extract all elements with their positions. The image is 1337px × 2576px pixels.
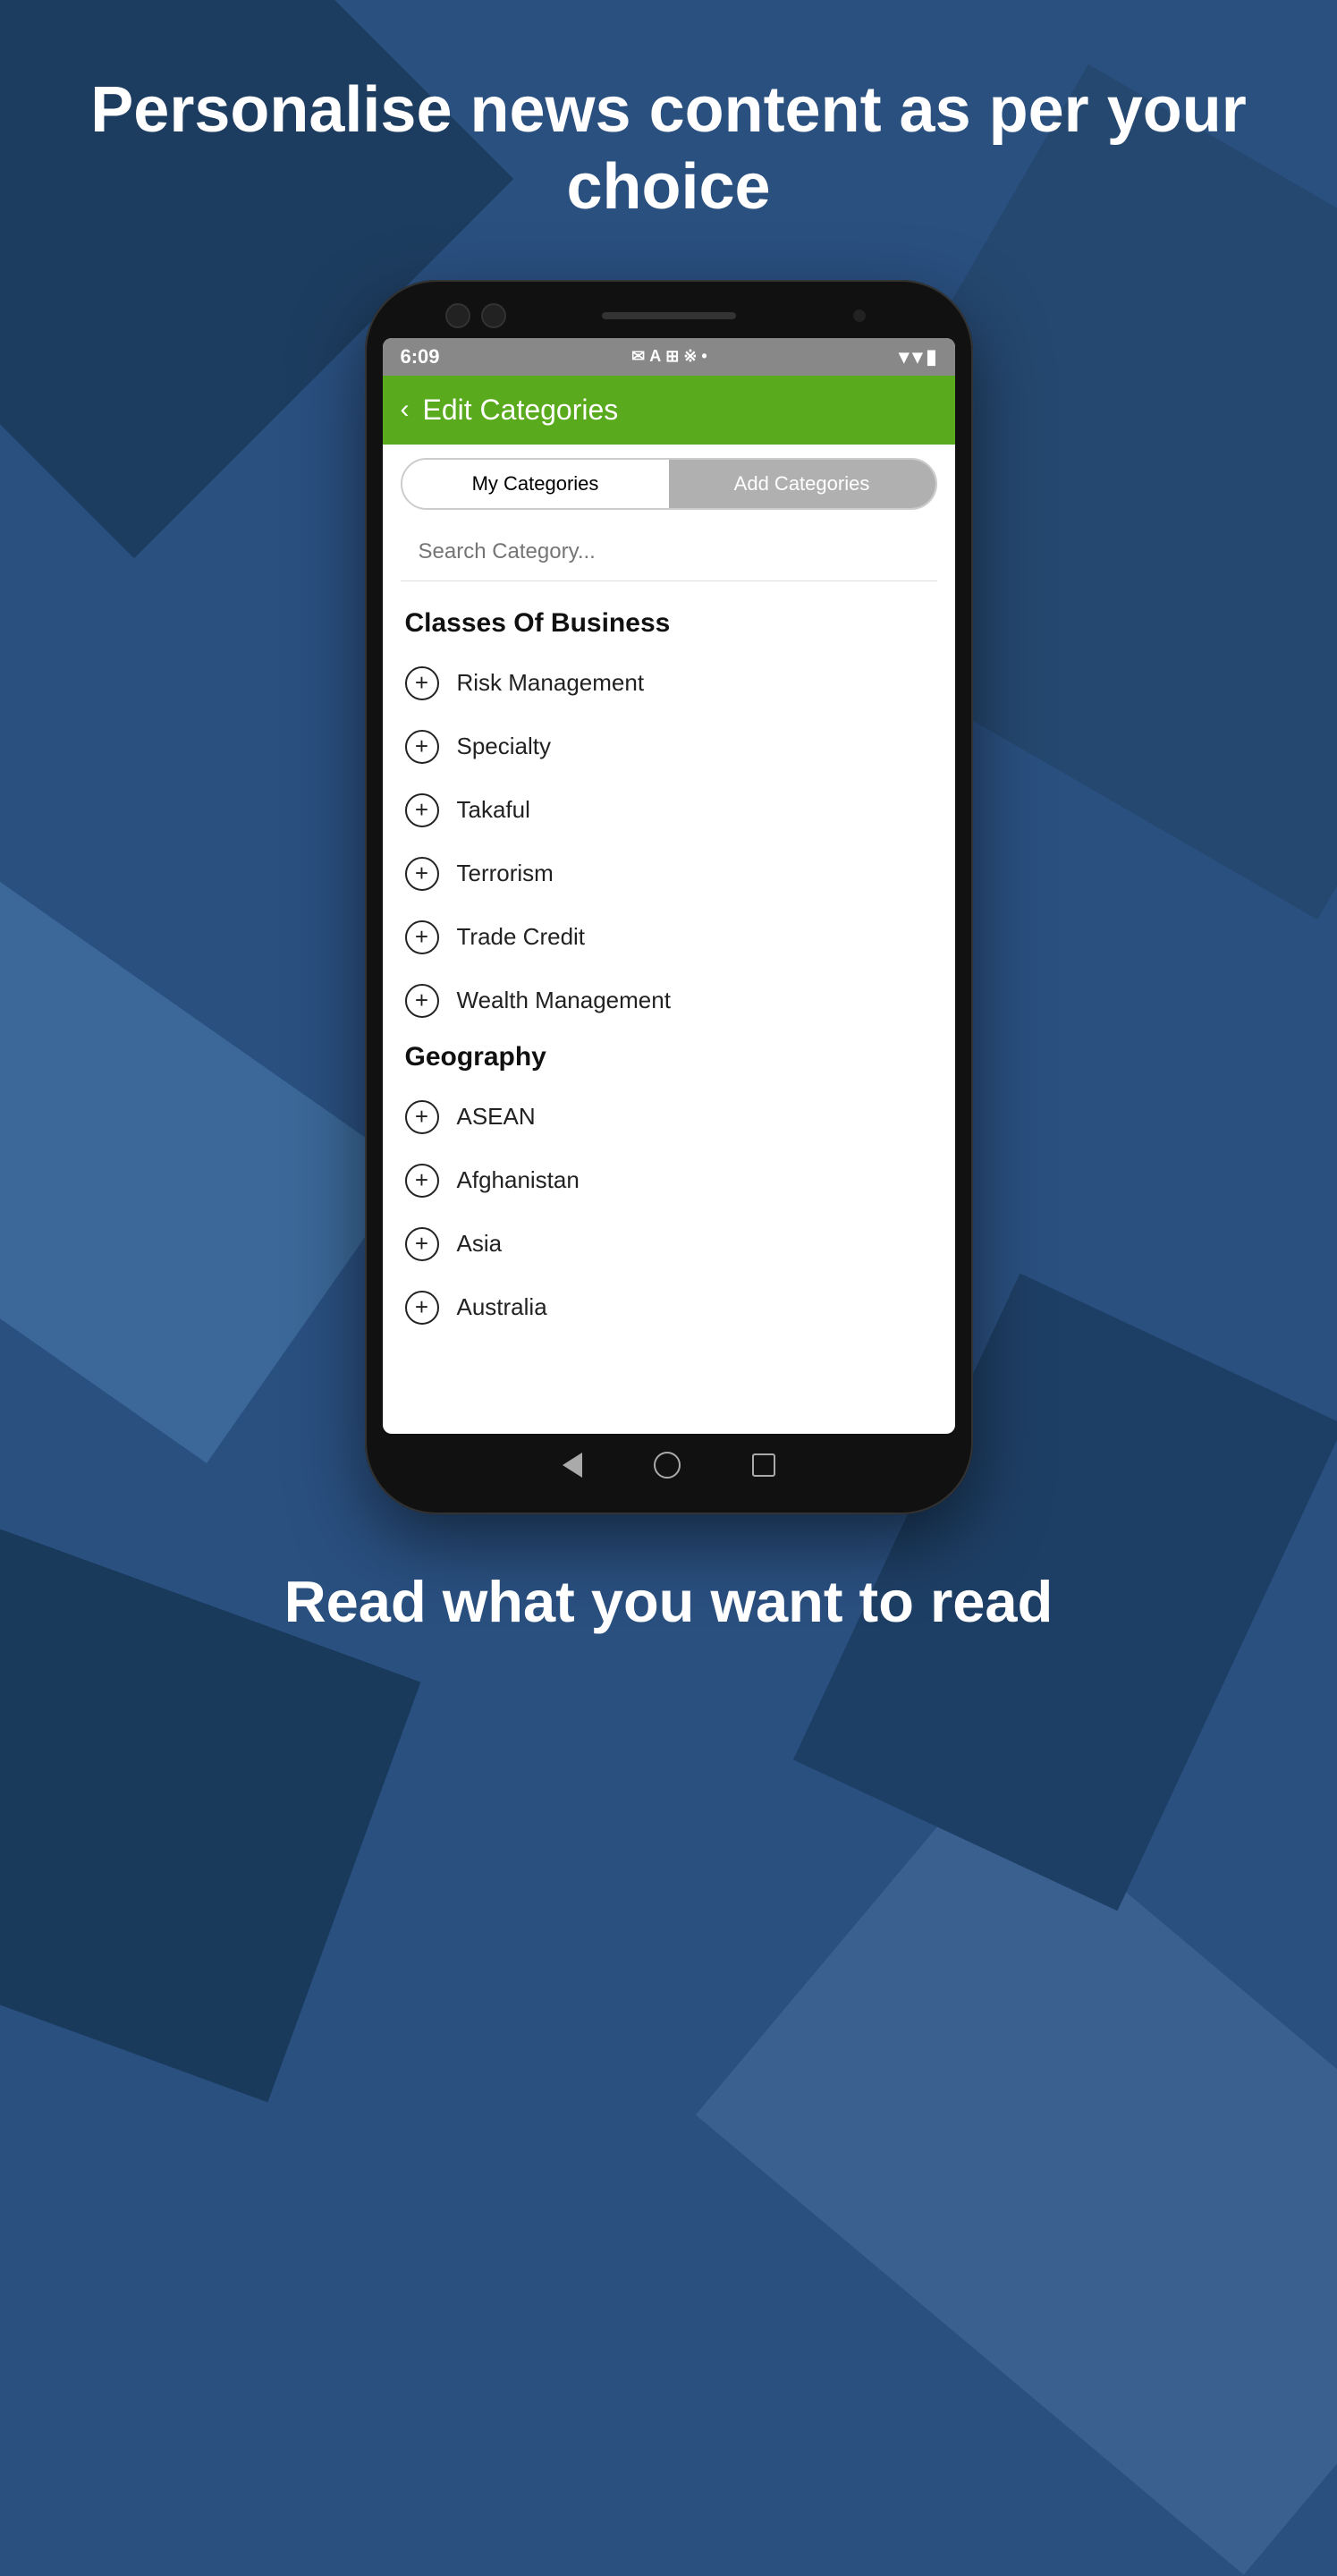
add-icon: + [405,1291,439,1325]
recents-nav-button[interactable] [752,1453,775,1477]
add-icon: + [405,857,439,891]
category-label: Afghanistan [457,1166,580,1194]
categories-scroll-container[interactable]: Classes Of Business + Risk Management + … [383,590,955,1434]
category-label: Asia [457,1230,503,1258]
phone-speaker [602,312,736,319]
battery-icon: ▮ [926,345,936,369]
add-icon: + [405,666,439,700]
phone-mockup: 6:09 ✉ A ⊞ ※ • ▾ ▾ ▮ ‹ Edit Categories [365,280,973,1514]
category-label: Risk Management [457,669,645,697]
category-label: Wealth Management [457,987,671,1014]
list-item[interactable]: + Terrorism [405,843,933,906]
add-icon: + [405,920,439,954]
tab-bar: My Categories Add Categories [401,458,937,510]
list-item[interactable]: + Trade Credit [405,906,933,970]
app-bar-title: Edit Categories [423,394,619,427]
add-icon: + [405,1164,439,1198]
notification-icon: A [649,347,661,366]
wifi-icon: ▾ [899,345,909,369]
category-label: Takaful [457,796,530,824]
list-item[interactable]: + Asia [405,1213,933,1276]
page-header: Personalise news content as per your cho… [0,72,1337,226]
category-label: Australia [457,1293,547,1321]
add-icon: + [405,793,439,827]
header-title: Personalise news content as per your cho… [0,72,1337,226]
list-item[interactable]: + Takaful [405,779,933,843]
add-icon: + [405,984,439,1018]
search-input[interactable] [401,523,937,581]
list-item[interactable]: + Risk Management [405,652,933,716]
category-label: Trade Credit [457,923,586,951]
phone-bottom-nav [383,1434,955,1496]
phone-top-bar [383,298,955,334]
status-bar: 6:09 ✉ A ⊞ ※ • ▾ ▾ ▮ [383,338,955,376]
status-time: 6:09 [401,345,440,369]
back-button[interactable]: ‹ [401,394,410,425]
page-footer: Read what you want to read [284,1568,1054,1635]
add-icon: + [405,730,439,764]
section-classes-of-business: Classes Of Business [405,608,933,639]
network-icon: ※ [683,347,697,366]
app-header-bar: ‹ Edit Categories [383,376,955,445]
signal-bars-icon: ▾ [912,345,922,369]
mail-icon: ✉ [631,347,645,366]
phone-screen: 6:09 ✉ A ⊞ ※ • ▾ ▾ ▮ ‹ Edit Categories [383,338,955,1434]
phone-body: 6:09 ✉ A ⊞ ※ • ▾ ▾ ▮ ‹ Edit Categories [365,280,973,1514]
category-label: Terrorism [457,860,554,887]
list-item[interactable]: + Afghanistan [405,1149,933,1213]
status-icons: ✉ A ⊞ ※ • [631,347,707,366]
camera-right-icon [481,303,506,328]
home-nav-button[interactable] [654,1452,681,1479]
section-geography: Geography [405,1042,933,1072]
category-label: ASEAN [457,1103,536,1131]
back-nav-button[interactable] [563,1453,582,1478]
list-item[interactable]: + ASEAN [405,1086,933,1149]
tab-my-categories[interactable]: My Categories [402,460,669,508]
list-item[interactable]: + Specialty [405,716,933,779]
status-right-icons: ▾ ▾ ▮ [899,345,936,369]
dot-indicator: • [701,347,707,366]
add-icon: + [405,1100,439,1134]
phone-dot [853,309,866,322]
list-item[interactable]: + Wealth Management [405,970,933,1033]
camera-left-icon [445,303,470,328]
tab-add-categories[interactable]: Add Categories [669,460,935,508]
category-label: Specialty [457,733,552,760]
footer-title: Read what you want to read [284,1568,1054,1635]
signal-icon: ⊞ [665,347,679,366]
add-icon: + [405,1227,439,1261]
list-item[interactable]: + Australia [405,1276,933,1340]
